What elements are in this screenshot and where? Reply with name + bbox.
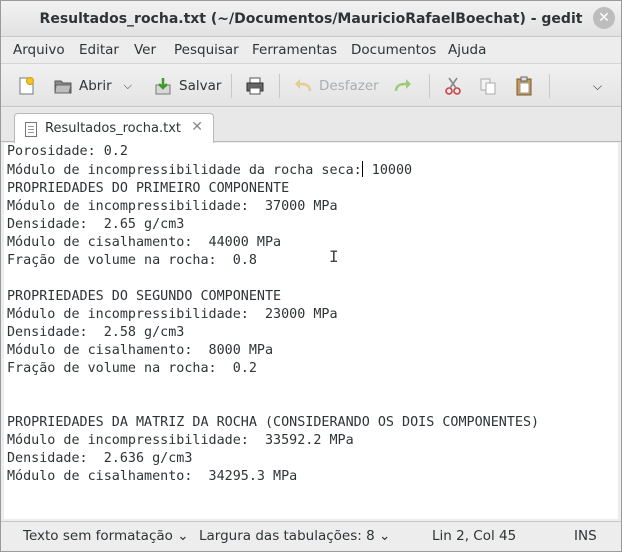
editor-line-2-before-cursor: Módulo de incompressibilidade da rocha s…: [7, 163, 362, 178]
tab-label: Resultados_rocha.txt: [45, 121, 181, 136]
statusbar: Texto sem formatação Largura das tabulaç…: [1, 521, 621, 551]
text-document-icon: [25, 122, 37, 137]
redo-button[interactable]: [393, 74, 413, 98]
cut-button[interactable]: [443, 74, 463, 98]
clipboard-icon: [514, 76, 534, 96]
toolbar-separator: [549, 74, 550, 98]
toolbar-separator: [429, 74, 430, 98]
redo-icon: [393, 76, 413, 96]
menu-arquivo[interactable]: Arquivo: [13, 42, 65, 58]
copy-icon: [478, 76, 498, 96]
save-icon: [153, 76, 173, 96]
menu-documentos[interactable]: Documentos: [351, 42, 436, 58]
folder-open-icon: [53, 76, 73, 96]
tab-width-dropdown[interactable]: Largura das tabulações: 8: [199, 528, 390, 544]
undo-button[interactable]: Desfazer: [293, 74, 379, 98]
open-button[interactable]: Abrir ⌵: [53, 74, 132, 98]
undo-icon: [293, 76, 313, 96]
editor-body-text: PROPRIEDADES DO PRIMEIRO COMPONENTE Módu…: [7, 181, 540, 484]
toolbar: Abrir ⌵ Salvar Desfazer ⌵: [1, 63, 621, 107]
copy-button[interactable]: [478, 74, 498, 98]
scissors-icon: [443, 76, 463, 96]
tab-resultados-rocha[interactable]: Resultados_rocha.txt ✕: [14, 113, 214, 143]
save-label: Salvar: [179, 78, 222, 94]
menu-ver[interactable]: Ver: [134, 42, 156, 58]
menu-pesquisar[interactable]: Pesquisar: [174, 42, 239, 58]
close-icon[interactable]: ✕: [593, 7, 615, 29]
cursor-position: Lin 2, Col 45: [432, 528, 517, 544]
menu-ferramentas[interactable]: Ferramentas: [252, 42, 337, 58]
toolbar-overflow-chevron-icon[interactable]: ⌵: [593, 74, 602, 98]
toolbar-separator: [231, 74, 232, 98]
titlebar[interactable]: Resultados_rocha.txt (~/Documentos/Mauri…: [1, 1, 621, 37]
editor-content[interactable]: Porosidade: 0.2 Módulo de incompressibil…: [7, 143, 539, 486]
menu-ajuda[interactable]: Ajuda: [448, 42, 486, 58]
editor-line-2-after-cursor: 10000: [363, 163, 413, 178]
save-button[interactable]: Salvar: [153, 74, 221, 98]
chevron-down-icon[interactable]: ⌵: [124, 79, 132, 93]
new-document-button[interactable]: [16, 74, 36, 98]
toolbar-separator: [279, 74, 280, 98]
insert-mode: INS: [574, 528, 597, 544]
text-cursor: [361, 161, 363, 177]
menubar: Arquivo Editar Ver Pesquisar Ferramentas…: [1, 38, 621, 63]
print-icon: [245, 76, 265, 96]
menu-editar[interactable]: Editar: [79, 42, 119, 58]
syntax-dropdown[interactable]: Texto sem formatação: [23, 528, 189, 544]
tab-close-icon[interactable]: ✕: [191, 119, 203, 135]
open-label: Abrir: [79, 78, 112, 94]
new-document-icon: [16, 76, 36, 96]
undo-label: Desfazer: [319, 78, 379, 94]
gedit-window: Resultados_rocha.txt (~/Documentos/Mauri…: [0, 0, 622, 552]
text-editor[interactable]: Porosidade: 0.2 Módulo de incompressibil…: [4, 143, 618, 519]
paste-button[interactable]: [514, 74, 534, 98]
mouse-ibeam-icon: I: [329, 247, 339, 266]
editor-line-1: Porosidade: 0.2: [7, 144, 128, 159]
print-button[interactable]: [245, 74, 265, 98]
window-title: Resultados_rocha.txt (~/Documentos/Mauri…: [39, 11, 583, 27]
tab-bar: Resultados_rocha.txt ✕: [1, 108, 621, 143]
